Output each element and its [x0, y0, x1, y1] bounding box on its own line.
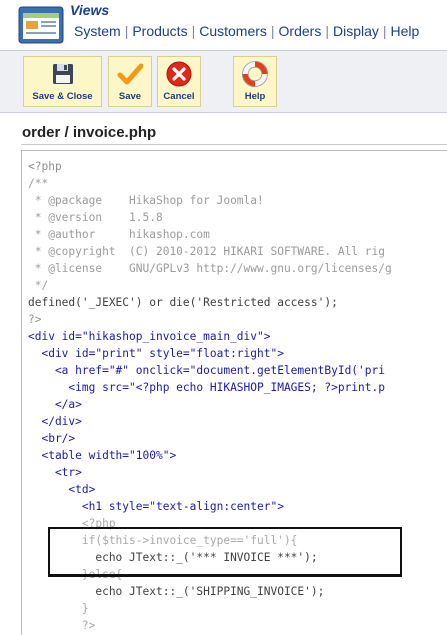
floppy-disk-icon: [52, 64, 73, 84]
menu-display[interactable]: Display: [329, 23, 383, 39]
code-line: * @version 1.5.8: [28, 211, 163, 224]
menu-products[interactable]: Products: [128, 23, 191, 39]
code-line: ?>: [28, 619, 96, 632]
code-line: }else{: [28, 568, 123, 581]
menu-orders[interactable]: Orders: [275, 23, 326, 39]
lifebuoy-icon: [242, 61, 268, 87]
code-line: <br/>: [28, 432, 76, 445]
app-title: Views: [70, 2, 110, 18]
code-line: echo JText::_('*** INVOICE ***');: [28, 551, 318, 564]
menu-system[interactable]: System: [70, 23, 125, 39]
code-line: <?php: [28, 517, 116, 530]
code-line: */: [28, 279, 49, 292]
menu-help[interactable]: Help: [387, 23, 424, 39]
help-label: Help: [244, 91, 266, 102]
header-bar: Views System | Products | Customers | Orders | D…: [0, 0, 447, 50]
code-line: /**: [28, 177, 49, 190]
main-menu: System | Products | Customers | Orders | Display…: [70, 23, 423, 39]
checkmark-icon: [117, 63, 143, 85]
save-and-close-label: Save & Close: [32, 91, 93, 102]
menu-customers[interactable]: Customers: [195, 23, 271, 39]
code-line: }: [28, 602, 89, 615]
code-editor[interactable]: <?php /** * @package HikaShop for Joomla…: [21, 150, 447, 635]
code-line: ?>: [28, 313, 42, 326]
code-line: <tr>: [28, 466, 82, 479]
title-divider: [21, 144, 447, 145]
code-line: <a href="#" onclick="document.getElement…: [28, 364, 385, 377]
save-label: Save: [118, 91, 142, 102]
code-line: </div>: [28, 415, 82, 428]
save-button[interactable]: Save: [108, 56, 152, 107]
save-and-close-button[interactable]: Save & Close: [23, 56, 102, 107]
code-line: defined('_JEXEC') or die('Restricted acc…: [28, 296, 338, 309]
code-line: <h1 style="text-align:center">: [28, 500, 284, 513]
cancel-label: Cancel: [163, 91, 195, 102]
cancel-button[interactable]: Cancel: [157, 56, 201, 107]
help-button[interactable]: Help: [233, 56, 277, 107]
code-line: * @copyright (C) 2010-2012 HIKARI SOFTWA…: [28, 245, 385, 258]
code-line: <table width="100%">: [28, 449, 177, 462]
code-line: <img src="<?php echo HIKASHOP_IMAGES; ?>…: [28, 381, 385, 394]
views-app-icon: [18, 6, 64, 44]
code-line: * @author hikashop.com: [28, 228, 210, 241]
code-line: if($this->invoice_type=='full'){: [28, 534, 298, 547]
code-line: <div id="hikashop_invoice_main_div">: [28, 330, 271, 343]
cancel-x-icon: [166, 61, 192, 87]
toolbar: Save & Close Save Cancel Help: [0, 50, 447, 113]
code-line: </a>: [28, 398, 82, 411]
code-line: echo JText::_('SHIPPING_INVOICE');: [28, 585, 325, 598]
file-path-title: order / invoice.php: [22, 124, 157, 141]
code-line: * @package HikaShop for Joomla!: [28, 194, 264, 207]
code-line: * @license GNU/GPLv3 http://www.gnu.org/…: [28, 262, 392, 275]
code-line: <td>: [28, 483, 96, 496]
code-line: <?php: [28, 160, 62, 173]
code-line: <div id="print" style="float:right">: [28, 347, 284, 360]
